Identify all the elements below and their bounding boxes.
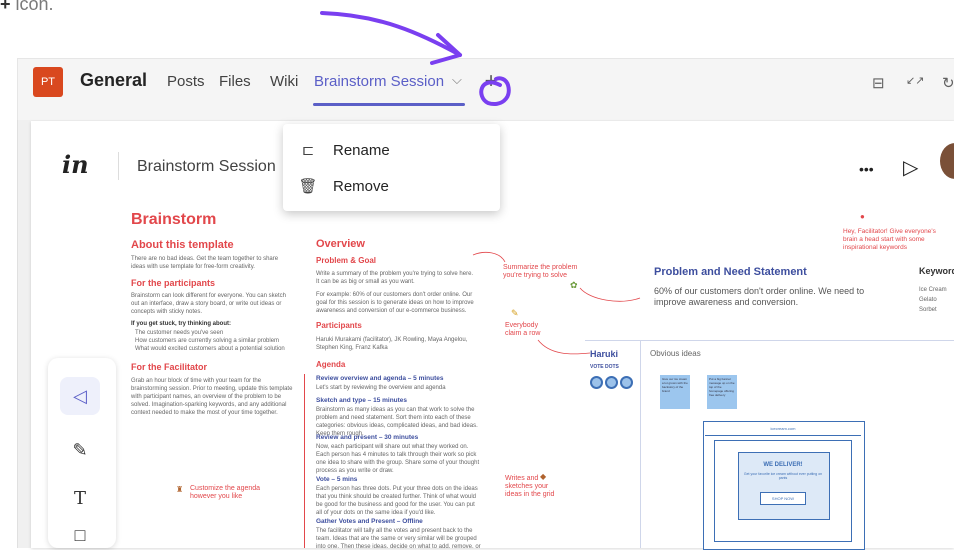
participants-list-heading: Participants: [316, 321, 362, 330]
sticky-note[interactable]: Give our ice cream a lot grown with the …: [660, 375, 690, 409]
hero-subtitle: Get your favorite ice cream without ever…: [743, 472, 823, 480]
column-heading: Obvious ideas: [650, 349, 701, 358]
participants-heading: For the participants: [131, 278, 216, 288]
caption: + icon.: [0, 0, 54, 15]
header-divider: [118, 152, 119, 180]
tab-context-menu: ⊏ Rename 🗑 Remove: [283, 124, 500, 211]
plus-glyph: +: [0, 0, 11, 14]
annotation-circle: [479, 76, 511, 106]
participants-text: Brainstorm can look different for everyo…: [131, 293, 286, 315]
text-tool-icon[interactable]: T: [60, 479, 100, 517]
participants-list: Haruki Murakami (facilitator), JK Rowlin…: [316, 337, 468, 351]
remove-menu-item[interactable]: 🗑 Remove: [283, 168, 500, 204]
caption-text: icon.: [10, 0, 54, 14]
keyword: Ice Cream: [919, 287, 947, 293]
agenda-item-title: Review overview and agenda – 5 minutes: [316, 375, 444, 382]
writes-note: Writes and sketches your ideas in the gr…: [505, 475, 555, 498]
stuck-heading: If you get stuck, try thinking about:: [131, 321, 232, 327]
facilitator-heading: For the Facilitator: [131, 362, 208, 372]
annotation-arrow: [320, 11, 511, 106]
stuck-item: The customer needs you've seen: [135, 330, 224, 336]
rename-icon: ⊏: [301, 142, 315, 159]
expand-icon[interactable]: ↙↗: [906, 74, 924, 87]
stuck-item: What would excited customers about a pot…: [135, 346, 285, 352]
agenda-item-title: Review and present – 30 minutes: [316, 434, 419, 441]
refresh-icon[interactable]: ↻: [942, 74, 954, 92]
sketch-icon: ◆: [540, 472, 547, 481]
keyword: Gelato: [919, 297, 937, 303]
agenda-item-text: The facilitator will tally all the votes…: [316, 528, 481, 548]
brain-icon: ●: [860, 212, 865, 221]
hero-title: WE DELIVER!: [763, 462, 803, 468]
connector-line: [472, 251, 506, 263]
keywords-heading: Keywords: [919, 266, 954, 276]
customize-note: Customize the agenda however you like: [190, 485, 261, 500]
overview-heading: Overview: [316, 238, 365, 250]
connector-line: [579, 287, 641, 302]
agenda-item-title: Gather Votes and Present – Offline: [316, 518, 423, 525]
channel-name: General: [80, 70, 148, 90]
facilitator-note: Hey, Facilitator! Give everyone's brain …: [843, 228, 936, 251]
rename-menu-item[interactable]: ⊏ Rename: [283, 132, 500, 168]
agenda-item-text: Each person has three dots. Put your thr…: [316, 486, 478, 516]
shape-tool-icon[interactable]: □: [60, 525, 100, 548]
tab-posts[interactable]: Posts: [167, 73, 205, 90]
agenda-item-text: Now, each participant will share out wha…: [316, 444, 480, 474]
vote-dots-label: VOTE DOTS: [590, 364, 619, 370]
board-title: Brainstorm: [131, 211, 217, 228]
tab-wiki[interactable]: Wiki: [270, 73, 298, 90]
trash-icon: 🗑: [298, 178, 318, 195]
stuck-item: How customers are currently solving a si…: [135, 338, 280, 344]
agenda-bracket: [304, 374, 305, 548]
statement-text: 60% of our customers don't order online.…: [654, 286, 865, 307]
remove-label: Remove: [333, 177, 389, 195]
facilitator-text: Grab an hour block of time with your tea…: [131, 378, 293, 416]
trophy-icon: ♜: [176, 485, 184, 494]
participant-name: Haruki: [590, 349, 619, 359]
problem-example: For example: 60% of our customers don't …: [316, 292, 474, 314]
agenda-item-text: Let's start by reviewing the overview an…: [316, 385, 446, 391]
play-icon[interactable]: ▷: [903, 155, 918, 180]
vote-dot[interactable]: [605, 376, 618, 389]
tab-files[interactable]: Files: [219, 73, 251, 90]
agenda-item-title: Sketch and type – 15 minutes: [316, 397, 408, 404]
vote-dot[interactable]: [620, 376, 633, 389]
agenda-heading: Agenda: [316, 360, 346, 369]
more-options-button[interactable]: •••: [859, 161, 874, 177]
grid-divider: [640, 340, 641, 548]
rename-label: Rename: [333, 141, 390, 159]
invision-logo: in: [62, 150, 89, 179]
team-avatar[interactable]: PT: [33, 67, 63, 97]
connector-line: [537, 339, 591, 355]
about-text: There are no bad ideas. Get the team tog…: [131, 256, 279, 270]
document-title: Brainstorm Session: [137, 158, 276, 175]
agenda-item-title: Vote – 5 mins: [316, 476, 358, 483]
problem-heading: Problem & Goal: [316, 256, 377, 265]
shop-now-button[interactable]: SHOP NOW: [760, 492, 806, 505]
site-url: icecream.com: [705, 423, 861, 436]
keyword: Sorbet: [919, 307, 937, 313]
problem-text: Write a summary of the problem you're tr…: [316, 271, 474, 285]
pen-tool-icon[interactable]: ✎: [60, 431, 100, 469]
select-tool-icon[interactable]: ◁: [60, 377, 100, 415]
vote-dot[interactable]: [590, 376, 603, 389]
about-heading: About this template: [131, 239, 234, 251]
statement-heading: Problem and Need Statement: [654, 266, 807, 278]
conversation-icon[interactable]: ⊟: [872, 74, 885, 92]
sticky-note[interactable]: Put a big banner message up on the top o…: [707, 375, 737, 409]
